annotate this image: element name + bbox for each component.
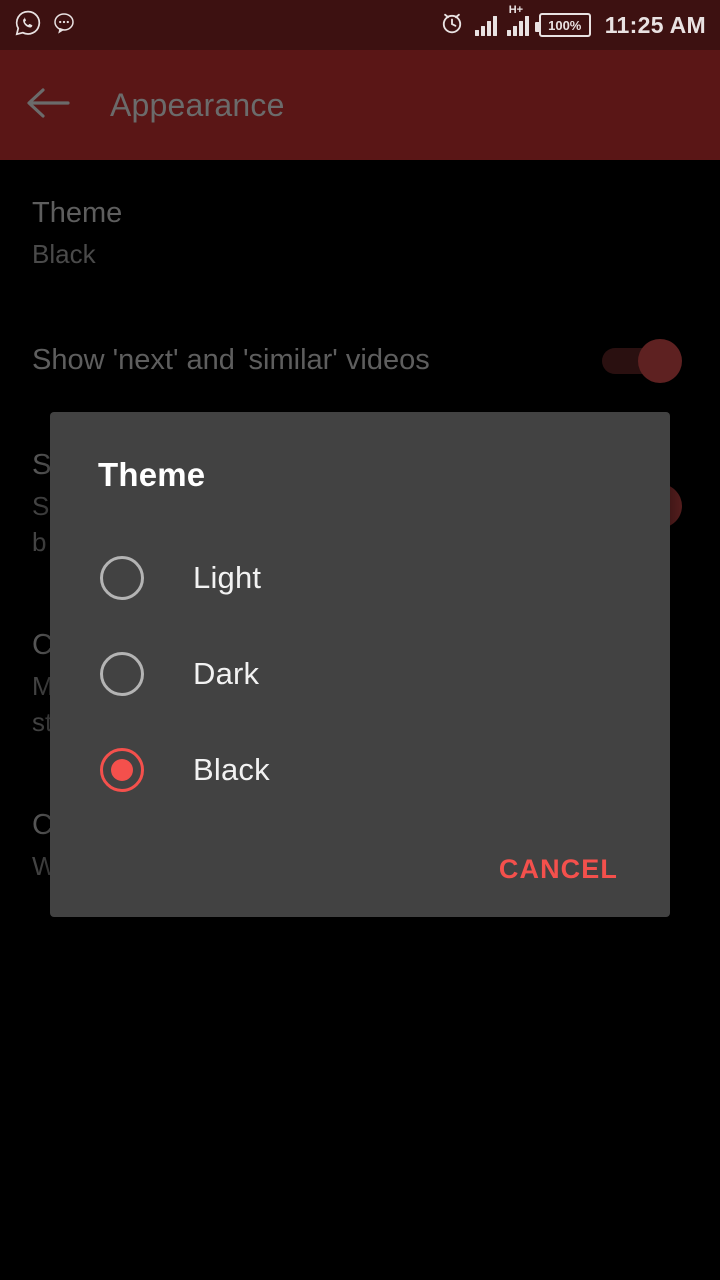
radio-button-icon[interactable] — [100, 556, 144, 600]
radio-dot — [111, 759, 133, 781]
radio-dot — [111, 663, 133, 685]
status-bar-notifications — [14, 9, 76, 42]
battery-icon: 100% — [534, 13, 591, 37]
signal-strength-icon-2: H+ — [506, 5, 529, 36]
setting-item-theme[interactable]: Theme Black — [32, 198, 688, 273]
dialog-title: Theme — [98, 456, 206, 493]
signal-strength-icon-1 — [474, 14, 497, 36]
radio-option-dark[interactable]: Dark — [50, 626, 670, 722]
dialog-actions: CANCEL — [50, 821, 670, 917]
cancel-button[interactable]: CANCEL — [495, 846, 622, 893]
radio-option-label: Black — [193, 752, 270, 787]
back-arrow-icon — [25, 85, 71, 126]
setting-subtitle: Black — [32, 239, 96, 270]
status-bar: H+ 100% 11:25 AM — [0, 0, 720, 50]
radio-option-black[interactable]: Black — [50, 722, 670, 818]
theme-radio-group: Light Dark Black — [50, 530, 670, 818]
radio-dot — [111, 567, 133, 589]
toggle-thumb — [638, 339, 682, 383]
back-button[interactable] — [0, 50, 96, 160]
radio-option-light[interactable]: Light — [50, 530, 670, 626]
setting-title: Show 'next' and 'similar' videos — [32, 344, 430, 376]
alarm-clock-icon — [439, 10, 465, 41]
app-bar: Appearance — [0, 50, 720, 160]
clock-label: 11:25 AM — [604, 11, 706, 38]
radio-option-label: Light — [193, 560, 262, 595]
page-title: Appearance — [110, 86, 285, 123]
message-bubble-icon — [52, 11, 76, 40]
setting-item-show-next-similar[interactable]: Show 'next' and 'similar' videos — [32, 344, 688, 376]
radio-button-icon[interactable] — [100, 652, 144, 696]
toggle-show-next-similar[interactable] — [596, 337, 688, 383]
status-bar-system-icons: H+ 100% 11:25 AM — [439, 5, 706, 41]
battery-level-label: 100% — [548, 17, 582, 33]
network-type-label: H+ — [508, 4, 524, 16]
radio-button-icon-selected[interactable] — [100, 748, 144, 792]
theme-dialog: Theme Light Dark Black CANCEL — [50, 412, 670, 917]
setting-title: Theme — [32, 197, 123, 229]
radio-option-label: Dark — [193, 656, 260, 691]
whatsapp-icon — [14, 9, 42, 42]
phone-screen: H+ 100% 11:25 AM Appearance Theme Black … — [0, 0, 720, 1280]
